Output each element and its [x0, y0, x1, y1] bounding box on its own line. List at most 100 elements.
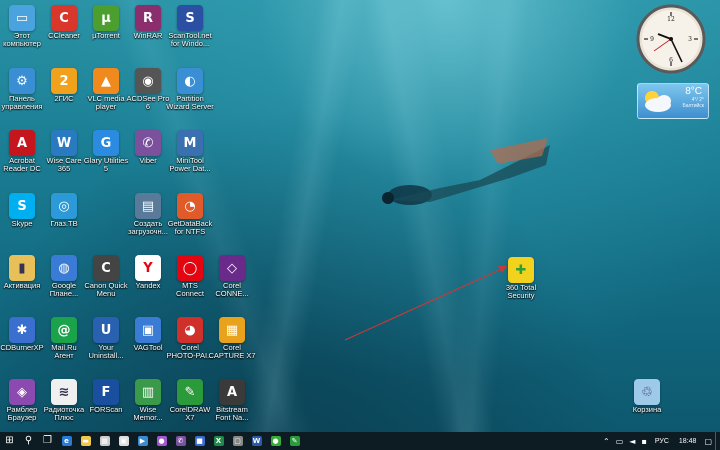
cloud-sun-icon	[645, 91, 671, 112]
desktop-icon-label: GetDataBack for NTFS	[167, 219, 213, 236]
svg-text:12: 12	[667, 16, 675, 23]
desktop-icon[interactable]: ◎ Глаз.ТВ	[35, 191, 93, 251]
wallpaper-diver	[382, 138, 550, 205]
activation-icon: ▮	[9, 255, 35, 281]
vlc-icon: ▲	[93, 68, 119, 94]
desktop-icon[interactable]: M MiniTool Power Dat...	[161, 128, 219, 188]
tray-clock[interactable]: 18:48	[679, 438, 697, 445]
tray-chevron-up-icon[interactable]: ⌃	[603, 437, 610, 446]
vagtool-icon: ▣	[135, 317, 161, 343]
start-icon: ⊞	[5, 435, 14, 446]
mailru-icon: @	[51, 317, 77, 343]
coreldraw-icon: ✎	[177, 379, 203, 405]
mts-icon: ◯	[177, 255, 203, 281]
360-security-icon: ✚	[508, 257, 534, 283]
bitstream-icon: A	[219, 379, 245, 405]
app-icon-purple: ●	[156, 436, 167, 446]
search-icon: ⚲	[24, 435, 33, 446]
desktop-icon[interactable]: ✚ 360 Total Security	[492, 255, 550, 315]
desktop-icon[interactable]: A Bitstream Font Na...	[203, 377, 261, 437]
taskbar-app-grey-button[interactable]: ▢	[228, 432, 247, 450]
app-icon-grey: ▢	[232, 436, 243, 446]
desktop-icon[interactable]: S ScanTool.net for Windo...	[161, 3, 219, 63]
uninstaller-icon: U	[93, 317, 119, 343]
minitool-icon: M	[177, 130, 203, 156]
partition-wizard-icon: ◐	[177, 68, 203, 94]
acrobat-icon: A	[9, 130, 35, 156]
ccleaner-icon: C	[51, 5, 77, 31]
wise-care-icon: W	[51, 130, 77, 156]
taskbar-app-green-button[interactable]: ●	[266, 432, 285, 450]
notification-center-icon[interactable]: ▢	[704, 437, 712, 446]
wise-memory-icon: ▥	[135, 379, 161, 405]
rambler-icon: ◈	[9, 379, 35, 405]
scantool-icon: S	[177, 5, 203, 31]
taskbar-excel-button[interactable]: X	[209, 432, 228, 450]
desktop-icon-label: 360 Total Security	[505, 283, 537, 300]
desktop-icon-label: Corel CONNE...	[215, 281, 249, 298]
file-explorer-icon: ▬	[80, 436, 91, 446]
yandex-icon: Y	[135, 255, 161, 281]
winrar-icon: R	[135, 5, 161, 31]
desktop-icon[interactable]: ▦ Corel CAPTURE X7	[203, 315, 261, 375]
tray-volume-icon[interactable]: ◄	[629, 437, 635, 446]
desktop-icon-label: Корзина	[632, 405, 662, 414]
taskbar-app-purple-button[interactable]: ●	[152, 432, 171, 450]
desktop-icon[interactable]: ◐ Partition Wizard Server	[161, 66, 219, 126]
clock-gadget[interactable]: 12 3 6 9	[636, 4, 706, 74]
desktop-icon-label: ScanTool.net for Windo...	[168, 31, 212, 48]
recycle-bin-icon: ♲	[634, 379, 660, 405]
show-desktop-button[interactable]	[715, 432, 720, 450]
taskbar-search-button[interactable]: ⚲	[19, 432, 38, 450]
tray-flag-icon[interactable]: ▪	[641, 437, 646, 446]
weather-city: Балтийск	[682, 103, 704, 109]
media-icon: ▶	[137, 436, 148, 446]
taskbar-calculator-button[interactable]: ▦	[95, 432, 114, 450]
taskbar-word-button[interactable]: W	[247, 432, 266, 450]
desktop-icon-label: Bitstream Font Na...	[215, 405, 249, 422]
weather-temperature: 8°C	[685, 86, 702, 97]
desktop-icon-label: MiniTool Power Dat...	[169, 156, 211, 173]
language-indicator[interactable]: РУС	[655, 438, 669, 445]
store-icon: ▣	[118, 436, 129, 446]
canon-icon: C	[93, 255, 119, 281]
calculator-icon: ▦	[99, 436, 110, 446]
glaz-tv-icon: ◎	[51, 193, 77, 219]
desktop-icon[interactable]: ◇ Corel CONNE...	[203, 253, 261, 313]
control-panel-icon: ⚙	[9, 68, 35, 94]
coreldraw-icon: ✎	[289, 436, 300, 446]
forscan-icon: F	[93, 379, 119, 405]
taskbar-viber-button[interactable]: ✆	[171, 432, 190, 450]
viber-icon: ✆	[175, 436, 186, 446]
taskbar-task-view-button[interactable]: ❐	[38, 432, 57, 450]
taskbar-media-button[interactable]: ▶	[133, 432, 152, 450]
taskbar-app-blue-button[interactable]: ■	[190, 432, 209, 450]
word-icon: W	[251, 436, 262, 446]
2gis-icon: 2	[51, 68, 77, 94]
taskbar-edge-button[interactable]: e	[57, 432, 76, 450]
radio-icon: ≋	[51, 379, 77, 405]
corel-capture-icon: ▦	[219, 317, 245, 343]
acdsee-icon: ◉	[135, 68, 161, 94]
svg-text:9: 9	[650, 36, 654, 43]
glary-icon: G	[93, 130, 119, 156]
excel-icon: X	[213, 436, 224, 446]
desktop-icon[interactable]: ◔ GetDataBack for NTFS	[161, 191, 219, 251]
getdataback-icon: ◔	[177, 193, 203, 219]
desktop-icon-label: Corel CAPTURE X7	[208, 343, 256, 360]
skype-icon: S	[9, 193, 35, 219]
taskbar-apps: ⊞ ⚲ ❐ e ▬ ▦ ▣ ▶ ● ✆ ■ X ▢ W ● ✎	[0, 432, 304, 450]
taskbar-file-explorer-button[interactable]: ▬	[76, 432, 95, 450]
tray-network-icon[interactable]: ▭	[616, 437, 624, 446]
create-boot-icon: ▤	[135, 193, 161, 219]
weather-gadget[interactable]: 8°C 4°/ 2° Балтийск	[637, 83, 709, 119]
desktop-icon[interactable]: ♲ Корзина	[618, 377, 676, 437]
taskbar-start-button[interactable]: ⊞	[0, 432, 19, 450]
svg-text:6: 6	[669, 57, 673, 64]
system-tray: ⌃ ▭ ◄ ▪ РУС 18:48 ▢	[600, 432, 720, 450]
edge-icon: e	[61, 436, 72, 446]
taskbar-store-button[interactable]: ▣	[114, 432, 133, 450]
cdburner-icon: ✱	[9, 317, 35, 343]
app-icon-green: ●	[270, 436, 281, 446]
taskbar-coreldraw-button[interactable]: ✎	[285, 432, 304, 450]
